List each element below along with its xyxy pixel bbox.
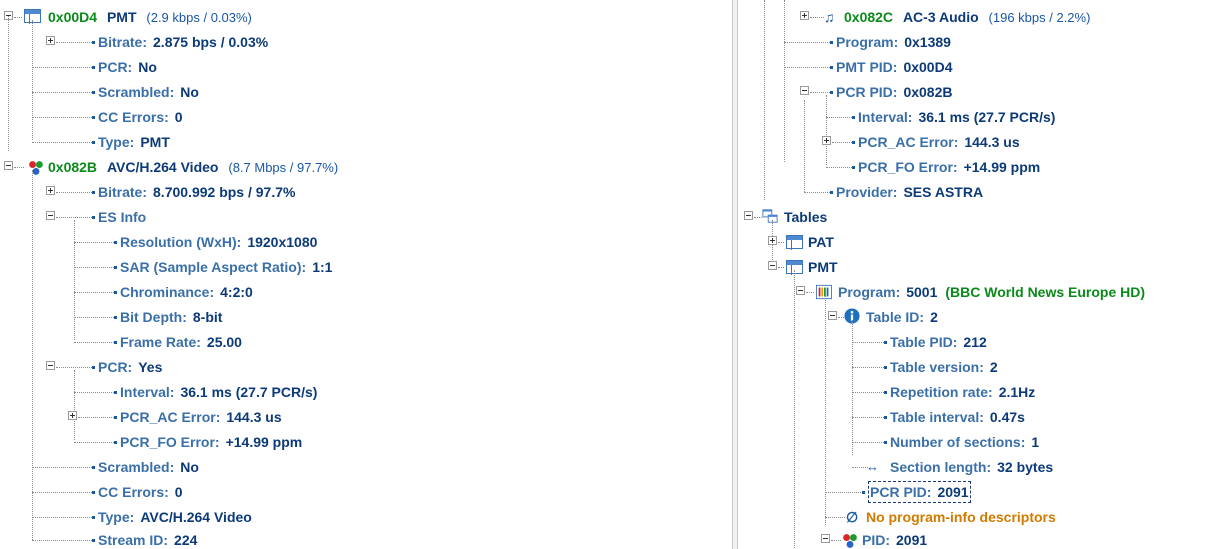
- tree-node-program[interactable]: Program: 0x1389: [738, 30, 1215, 55]
- tree-node-cc-errors[interactable]: CC Errors: 0: [0, 480, 732, 505]
- tree-node-audio-stream[interactable]: ♫ 0x082C AC-3 Audio (196 kbps / 2.2%): [738, 5, 1215, 30]
- collapse-toggle[interactable]: [46, 361, 55, 370]
- tree-node-tables[interactable]: Tables: [738, 205, 1215, 230]
- collapse-toggle[interactable]: [744, 211, 753, 220]
- tree-node-repetition-rate[interactable]: Repetition rate: 2.1Hz: [738, 380, 1215, 405]
- right-tree-pane[interactable]: ♫ 0x082C AC-3 Audio (196 kbps / 2.2%) Pr…: [738, 0, 1215, 549]
- tree-node-table-version[interactable]: Table version: 2: [738, 355, 1215, 380]
- tree-node-bit-depth[interactable]: Bit Depth: 8-bit: [0, 305, 732, 330]
- expand-toggle[interactable]: [68, 411, 77, 420]
- collapse-toggle[interactable]: [796, 286, 805, 295]
- tree-node-pmt-pid[interactable]: PMT PID: 0x00D4: [738, 55, 1215, 80]
- video-streams-icon: [843, 534, 857, 548]
- tree-node-bitrate[interactable]: Bitrate: 8.700.992 bps / 97.7%: [0, 180, 732, 205]
- tree-node-frame-rate[interactable]: Frame Rate: 25.00: [0, 330, 732, 355]
- tree-node-pcr-fo-error[interactable]: PCR_FO Error: +14.99 ppm: [0, 430, 732, 455]
- music-note-icon: ♫: [824, 9, 835, 25]
- tree-node-pcr[interactable]: PCR: Yes: [0, 355, 732, 380]
- collapse-toggle[interactable]: [768, 261, 777, 270]
- tree-node-interval[interactable]: Interval: 36.1 ms (27.7 PCR/s): [738, 105, 1215, 130]
- tree-node-video-stream[interactable]: 0x082B AVC/H.264 Video (8.7 Mbps / 97.7%…: [0, 155, 732, 180]
- tree-node-pcr-ac-error[interactable]: PCR_AC Error: 144.3 us: [738, 130, 1215, 155]
- tree-node-provider[interactable]: Provider: SES ASTRA: [738, 100, 1215, 205]
- empty-set-icon: ∅: [846, 509, 859, 525]
- expand-toggle[interactable]: [768, 236, 777, 245]
- collapse-toggle[interactable]: [828, 311, 837, 320]
- tree-node-sar[interactable]: SAR (Sample Aspect Ratio): 1:1: [0, 255, 732, 280]
- tree-node-resolution[interactable]: Resolution (WxH): 1920x1080: [0, 230, 732, 255]
- expand-toggle[interactable]: [46, 186, 55, 195]
- tree-node-cc-errors[interactable]: CC Errors: 0: [0, 105, 732, 130]
- tree-node-number-of-sections[interactable]: Number of sections: 1: [738, 430, 1215, 455]
- range-arrows-icon: ↔: [866, 459, 879, 474]
- left-tree-pane[interactable]: 0x00D4 PMT (2.9 kbps / 0.03%) Bitrate: 2.…: [0, 0, 732, 549]
- tree-node-section-length[interactable]: ↔ Section length: 32 bytes: [738, 455, 1215, 480]
- tree-node-interval[interactable]: Interval: 36.1 ms (27.7 PCR/s): [0, 380, 732, 405]
- tree-node-pcr-ac-error[interactable]: PCR_AC Error: 144.3 us: [0, 405, 732, 430]
- tree-node-pcr[interactable]: PCR: No: [0, 55, 732, 80]
- pmt-pid: 0x00D4: [48, 9, 98, 25]
- tree-node-pcr-fo-error[interactable]: PCR_FO Error: +14.99 ppm: [738, 155, 1215, 180]
- expand-toggle[interactable]: [800, 11, 809, 20]
- tree-node-pmt[interactable]: PMT: [738, 255, 1215, 280]
- tree-node-type[interactable]: Type: PMT: [0, 130, 732, 155]
- tree-node-pmt-stream[interactable]: 0x00D4 PMT (2.9 kbps / 0.03%): [0, 5, 732, 30]
- collapse-toggle[interactable]: [46, 211, 55, 220]
- tree-node-scrambled[interactable]: Scrambled: No: [0, 455, 732, 480]
- tree-node-no-descriptors[interactable]: ∅ No program-info descriptors: [738, 505, 1215, 530]
- tree-node-stream-id[interactable]: Stream ID: 224: [0, 528, 732, 549]
- tree-node-table-id[interactable]: Table ID: 2: [738, 305, 1215, 330]
- tree-node-pcr-pid[interactable]: PCR PID: 0x082B: [738, 80, 1215, 105]
- tree-node-chrominance[interactable]: Chrominance: 4:2:0: [0, 280, 732, 305]
- tree-node-pat[interactable]: PAT: [738, 230, 1215, 255]
- expand-toggle[interactable]: [46, 36, 55, 45]
- collapse-toggle[interactable]: [800, 86, 809, 95]
- tree-node-bitrate[interactable]: Bitrate: 2.875 bps / 0.03%: [0, 30, 732, 55]
- tree-node-type[interactable]: Type: AVC/H.264 Video: [0, 505, 732, 530]
- tree-node-pid[interactable]: PID: 2091: [738, 528, 1215, 549]
- pmt-rate: (2.9 kbps / 0.03%): [146, 10, 252, 25]
- program-bars-icon: [816, 284, 832, 300]
- expand-toggle[interactable]: [822, 136, 831, 145]
- pmt-name: PMT: [106, 9, 137, 25]
- tree-node-es-info[interactable]: ES Info: [0, 205, 732, 230]
- tree-node-table-interval[interactable]: Table interval: 0.47s: [738, 405, 1215, 430]
- video-streams-icon: [29, 161, 43, 175]
- collapse-toggle[interactable]: [4, 161, 13, 170]
- tree-node-table-pid[interactable]: Table PID: 212: [738, 330, 1215, 355]
- table-icon: [786, 235, 803, 250]
- tree-node-pmt-program[interactable]: Program: 5001 (BBC World News Europe HD): [738, 280, 1215, 305]
- tables-icon: [762, 209, 778, 223]
- tree-node-scrambled[interactable]: Scrambled: No: [0, 80, 732, 105]
- collapse-toggle[interactable]: [821, 534, 830, 543]
- tree-node-pcr-pid-selected[interactable]: PCR PID: 2091: [738, 480, 1215, 505]
